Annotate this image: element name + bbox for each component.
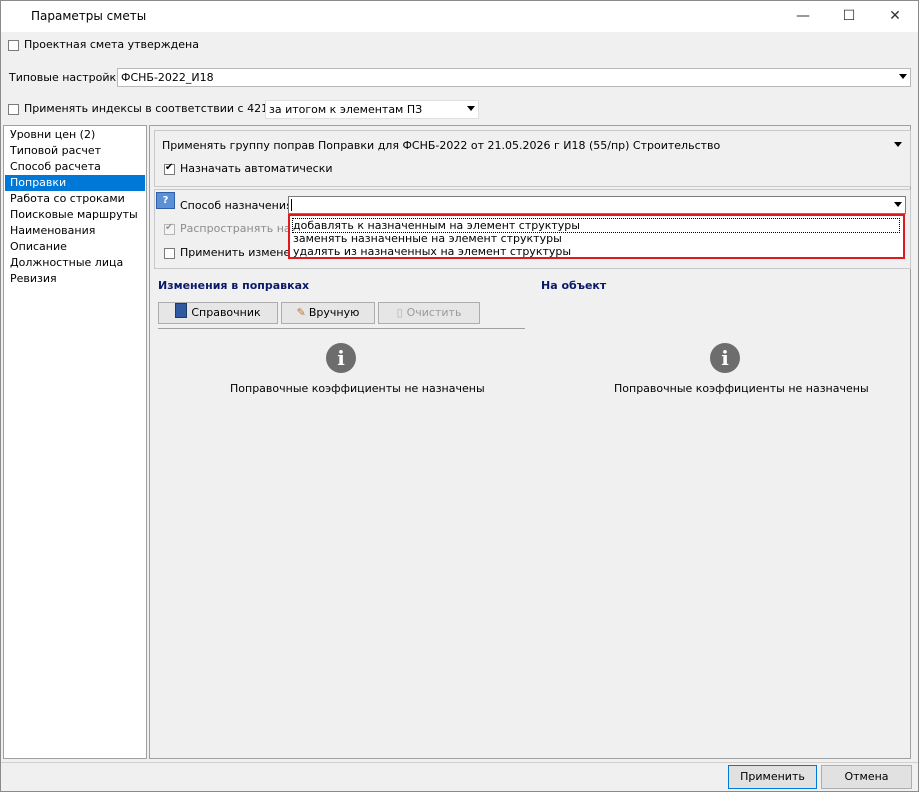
indexes-label: Применять индексы в соответствии с 421пр	[24, 102, 283, 115]
indexes-mode-combo[interactable]: за итогом к элементам ПЗ	[265, 100, 479, 119]
chevron-down-icon	[894, 142, 902, 147]
nav-item-names[interactable]: Наименования	[5, 223, 145, 239]
assign-method-combo[interactable]	[288, 196, 906, 214]
apply-button-label: Применить	[740, 770, 805, 783]
info-icon: i	[710, 343, 740, 373]
nav-item-rows[interactable]: Работа со строками	[5, 191, 145, 207]
approved-checkbox[interactable]	[8, 40, 19, 51]
question-icon[interactable]: ?	[156, 192, 175, 209]
clear-button[interactable]: ▯ Очистить	[378, 302, 480, 324]
clear-button-label: Очистить	[406, 306, 462, 319]
spread-checkbox[interactable]	[164, 222, 175, 235]
chevron-down-icon	[894, 202, 902, 207]
auto-assign-label: Назначать автоматически	[180, 162, 333, 175]
nav-item-corrections[interactable]: Поправки	[5, 175, 145, 191]
nav-item-revision[interactable]: Ревизия	[5, 271, 145, 287]
eraser-icon: ▯	[396, 306, 403, 319]
manual-button-label: Вручную	[308, 306, 360, 319]
nav-item-officials[interactable]: Должностные лица	[5, 255, 145, 271]
nav-item-search-routes[interactable]: Поисковые маршруты	[5, 207, 145, 223]
apply-changes-label: Применить изменени	[180, 246, 305, 259]
section-divider	[158, 328, 525, 329]
maximize-button[interactable]: ☐	[826, 1, 872, 32]
title-bar: Параметры сметы — ☐ ✕	[1, 1, 918, 32]
corrections-group-combo[interactable]: Поправки для ФСНБ-2022 от 21.05.2026 г И…	[314, 136, 906, 155]
changes-section-title: Изменения в поправках	[158, 279, 310, 292]
dropdown-option-add[interactable]: добавлять к назначенным на элемент струк…	[292, 218, 900, 233]
chevron-down-icon	[899, 74, 907, 79]
footer-divider	[1, 762, 918, 763]
indexes-mode-value: за итогом к элементам ПЗ	[269, 103, 423, 116]
cancel-button-label: Отмена	[844, 770, 889, 783]
apply-button[interactable]: Применить	[728, 765, 817, 789]
corrections-group-value: Поправки для ФСНБ-2022 от 21.05.2026 г И…	[318, 139, 721, 152]
assign-method-label: Способ назначения:	[180, 199, 297, 212]
corrections-group-label: Применять группу поправок:	[162, 139, 332, 152]
manual-button[interactable]: ✎ Вручную	[281, 302, 375, 324]
typical-settings-label: Типовые настройки:	[9, 71, 127, 84]
minimize-button[interactable]: —	[780, 1, 826, 32]
spread-label: Распространять на д	[180, 222, 302, 235]
object-empty-message: Поправочные коэффициенты не назначены	[614, 382, 869, 395]
changes-empty-message: Поправочные коэффициенты не назначены	[230, 382, 485, 395]
chevron-down-icon	[467, 106, 475, 111]
approved-label: Проектная смета утверждена	[24, 38, 199, 51]
window-title: Параметры сметы	[31, 9, 147, 23]
settings-nav: Уровни цен (2) Типовой расчет Способ рас…	[3, 125, 147, 759]
reference-button[interactable]: Справочник	[158, 302, 278, 324]
typical-settings-combo[interactable]: ФСНБ-2022_И18	[117, 68, 911, 87]
text-cursor	[291, 199, 292, 211]
assign-method-dropdown: добавлять к назначенным на элемент струк…	[288, 214, 905, 259]
dropdown-option-replace[interactable]: заменять назначенные на элемент структур…	[293, 232, 562, 245]
cancel-button[interactable]: Отмена	[821, 765, 912, 789]
object-section-title: На объект	[541, 279, 607, 292]
info-icon: i	[326, 343, 356, 373]
close-button[interactable]: ✕	[872, 1, 918, 32]
pencil-icon: ✎	[296, 306, 306, 319]
apply-changes-checkbox[interactable]	[164, 248, 175, 259]
reference-button-label: Справочник	[191, 306, 261, 319]
nav-item-typical-calc[interactable]: Типовой расчет	[5, 143, 145, 159]
auto-assign-checkbox[interactable]	[164, 162, 175, 175]
dialog-window: Параметры сметы — ☐ ✕ Проектная смета ут…	[0, 0, 919, 792]
book-icon	[175, 303, 188, 318]
dropdown-option-remove[interactable]: удалять из назначенных на элемент структ…	[293, 245, 571, 258]
typical-settings-value: ФСНБ-2022_И18	[121, 71, 214, 84]
indexes-checkbox[interactable]	[8, 104, 19, 115]
nav-item-calc-method[interactable]: Способ расчета	[5, 159, 145, 175]
nav-item-description[interactable]: Описание	[5, 239, 145, 255]
nav-item-price-levels[interactable]: Уровни цен (2)	[5, 127, 145, 143]
